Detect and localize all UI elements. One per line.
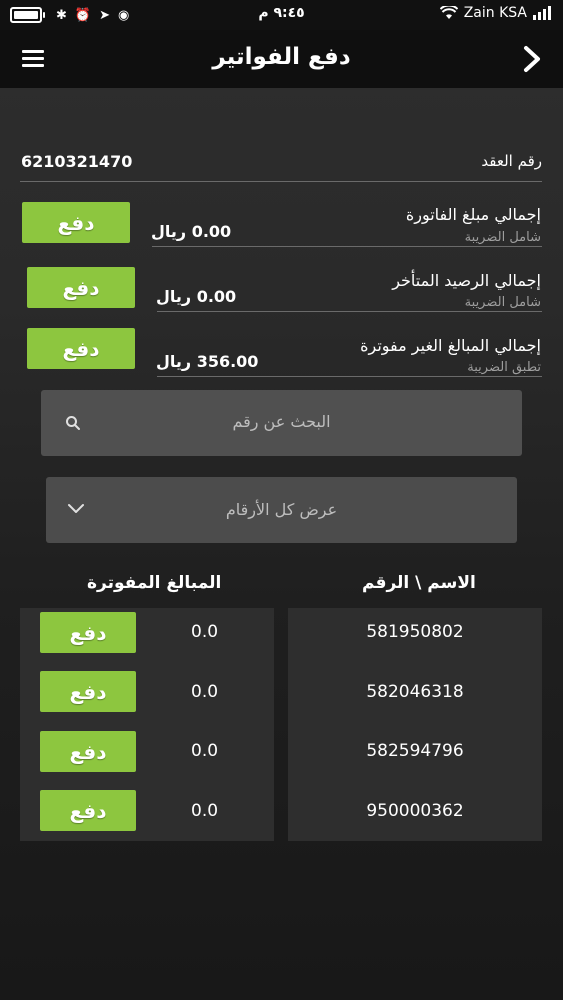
filter-selected-value: عرض كل الأرقام [225,500,338,519]
contract-label: رقم العقد [481,152,542,170]
pay-unbilled-amounts-button[interactable]: دفع [27,328,135,369]
row-amount: 0.0 [191,622,219,642]
row-amount: 0.0 [191,741,219,761]
number-filter-select[interactable]: عرض كل الأرقام [46,477,517,543]
row-number: 581950802 [366,622,464,642]
search-input[interactable]: البحث عن رقم [41,390,522,456]
unbilled-amounts-label: إجمالي المبالغ الغير مفوترة [360,336,541,355]
pay-row-button[interactable]: دفع [40,612,136,653]
pay-overdue-balance-button[interactable]: دفع [27,267,135,308]
page-title: دفع الفواتير [212,44,351,70]
status-bar: ✱ ⏰ ➤ ◉ ٩:٤٥ م Zain KSA [0,0,563,30]
unbilled-amounts-sub: تطبق الضريبة [467,360,541,375]
overdue-balance-divider [157,311,542,312]
row-number: 582046318 [366,682,464,702]
contract-number: 6210321470 [21,152,133,171]
overdue-balance-sub: شامل الضريبة [464,295,541,310]
row-amount: 0.0 [191,801,219,821]
overdue-balance-label: إجمالي الرصيد المتأخر [392,271,541,290]
contract-divider [20,181,542,182]
row-number: 950000362 [366,801,464,821]
nav-bar: دفع الفواتير [0,30,563,88]
signal-icon [533,6,551,20]
pay-row-button[interactable]: دفع [40,731,136,772]
invoice-total-amount: 0.00 ريال [151,222,232,241]
invoice-total-label: إجمالي مبلغ الفاتورة [405,205,541,224]
status-icons-right: Zain KSA [439,5,551,21]
header-billed-amounts: المبالغ المفوترة [87,573,222,593]
pay-invoice-total-button[interactable]: دفع [22,202,130,243]
chevron-right-icon[interactable] [517,42,547,76]
wifi-icon [439,6,458,19]
pay-row-button[interactable]: دفع [40,790,136,831]
carrier-name: Zain KSA [463,5,527,21]
invoice-total-divider [152,246,542,247]
pay-row-button[interactable]: دفع [40,671,136,712]
search-placeholder: البحث عن رقم [232,412,331,431]
row-amount: 0.0 [191,682,219,702]
overdue-balance-amount: 0.00 ريال [156,287,237,306]
invoice-total-sub: شامل الضريبة [464,230,541,245]
app-screen: ✱ ⏰ ➤ ◉ ٩:٤٥ م Zain KSA دفع الفواتير رقم… [0,0,563,1000]
unbilled-amounts-divider [157,376,542,377]
unbilled-amounts-amount: 356.00 ريال [156,352,259,371]
row-number: 582594796 [366,741,464,761]
header-name-number: الاسم \ الرقم [362,573,476,593]
